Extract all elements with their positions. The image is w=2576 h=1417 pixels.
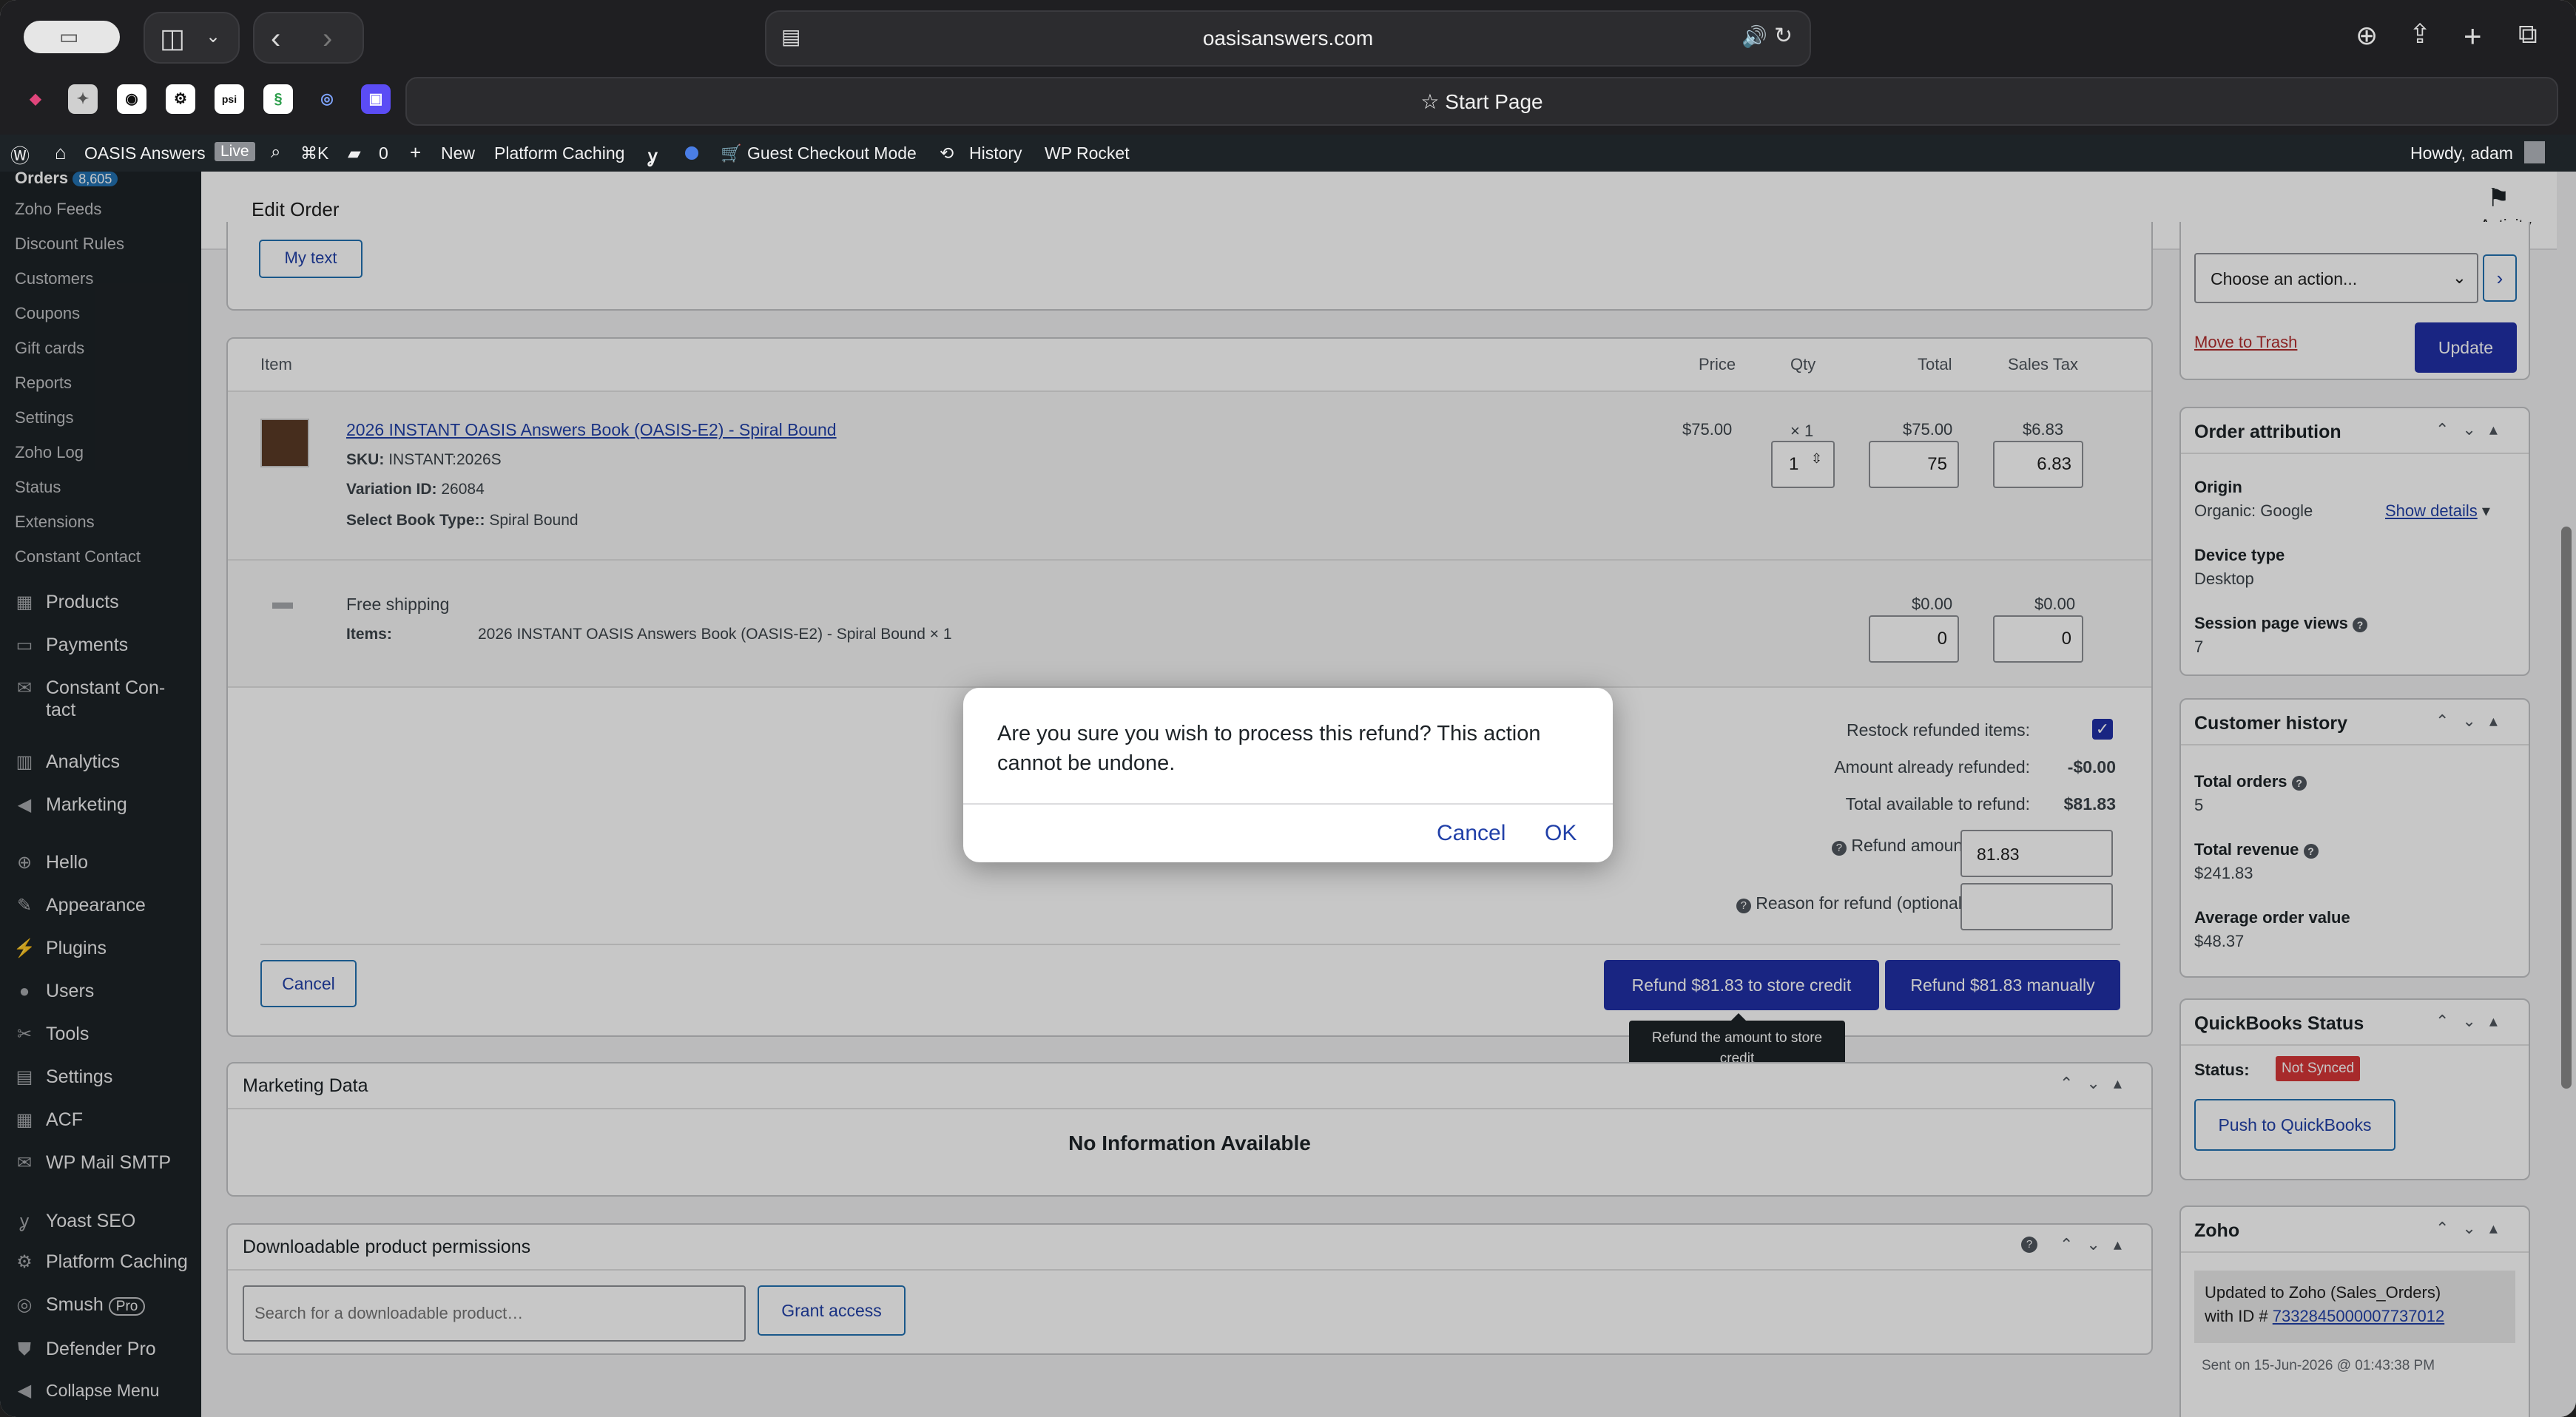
browser-window: ▭ ◫ ⌄ ‹ › ▤ oasisanswers.com 🔊 ↻ ⊕ ⇪ + ⧉… (0, 0, 2576, 1417)
wp-rocket-link[interactable]: WP Rocket (1045, 143, 1130, 163)
start-page-tab[interactable]: ☆ Start Page (405, 77, 2558, 126)
url-text: oasisanswers.com (1202, 27, 1374, 50)
platform-caching-link[interactable]: Platform Caching (494, 143, 624, 163)
yoast-icon[interactable]: ỿ (648, 143, 657, 168)
extension-7-icon[interactable]: ▣ (361, 84, 391, 114)
dialog-message-line-2: cannot be undone. (997, 751, 1176, 775)
new-tab-icon[interactable]: + (2464, 21, 2482, 52)
comments-count[interactable]: 0 (379, 143, 388, 163)
dialog-message: Are you sure you wish to process this re… (997, 719, 1541, 778)
site-name-link[interactable]: OASIS Answers (84, 143, 206, 163)
history-icon: ⟲ (940, 143, 954, 163)
extension-1-icon[interactable]: ◆ (21, 84, 50, 114)
live-badge: Live (215, 142, 255, 161)
extension-6-icon[interactable]: ◎ (312, 84, 342, 114)
address-bar[interactable]: ▤ oasisanswers.com 🔊 ↻ (765, 10, 1811, 67)
divider (963, 803, 1613, 805)
confirm-refund-dialog: Are you sure you wish to process this re… (963, 688, 1613, 862)
reload-icon[interactable]: ↻ (1774, 25, 1793, 47)
dialog-ok-button[interactable]: OK (1545, 821, 1577, 846)
profile-pill[interactable]: ▭ (24, 21, 120, 53)
nav-buttons: ‹ › (253, 12, 364, 64)
plus-icon[interactable]: + (410, 141, 421, 164)
guest-checkout-link[interactable]: Guest Checkout Mode (747, 143, 917, 163)
forward-icon[interactable]: › (323, 24, 332, 53)
share-icon[interactable]: ⇪ (2409, 21, 2431, 47)
start-page-label: Start Page (1445, 90, 1543, 113)
back-icon[interactable]: ‹ (271, 24, 280, 53)
speaker-icon[interactable]: 🔊 (1742, 27, 1767, 47)
cart-icon: 🛒 (721, 143, 742, 163)
chevron-down-icon: ⌄ (206, 27, 221, 47)
sidebar-toggle[interactable]: ◫ ⌄ (144, 12, 240, 64)
history-link[interactable]: History (969, 143, 1022, 163)
browser-chrome: ▭ ◫ ⌄ ‹ › ▤ oasisanswers.com 🔊 ↻ ⊕ ⇪ + ⧉… (0, 0, 2576, 135)
laptop-icon: ▭ (59, 25, 79, 48)
search-shortcut[interactable]: ⌘K (300, 143, 328, 163)
wordpress-logo-icon[interactable]: Ⓦ (10, 141, 30, 169)
download-icon[interactable]: ⊕ (2356, 22, 2378, 49)
howdy-user[interactable]: Howdy, adam (2410, 143, 2513, 163)
extension-4-icon[interactable]: ⚙ (166, 84, 195, 114)
search-icon[interactable]: ⌕ (271, 142, 280, 163)
tabs-overview-icon[interactable]: ⧉ (2518, 21, 2538, 47)
dialog-message-line-1: Are you sure you wish to process this re… (997, 722, 1541, 745)
status-dot (685, 146, 698, 160)
star-icon: ☆ (1420, 90, 1446, 113)
sidebar-icon: ◫ (160, 23, 186, 53)
extension-5-icon[interactable]: § (263, 84, 293, 114)
dialog-cancel-button[interactable]: Cancel (1437, 821, 1506, 846)
extension-psi-icon[interactable]: psi (215, 84, 244, 114)
extension-3-icon[interactable]: ◉ (117, 84, 146, 114)
comment-icon[interactable]: ▰ (348, 143, 361, 163)
extension-2-icon[interactable]: ✦ (68, 84, 98, 114)
avatar[interactable] (2524, 141, 2545, 163)
new-link[interactable]: New (441, 143, 475, 163)
home-icon[interactable]: ⌂ (55, 141, 67, 164)
wp-admin-bar: Ⓦ ⌂ OASIS Answers Live ⌕ ⌘K ▰ 0 + New Pl… (0, 135, 2576, 172)
